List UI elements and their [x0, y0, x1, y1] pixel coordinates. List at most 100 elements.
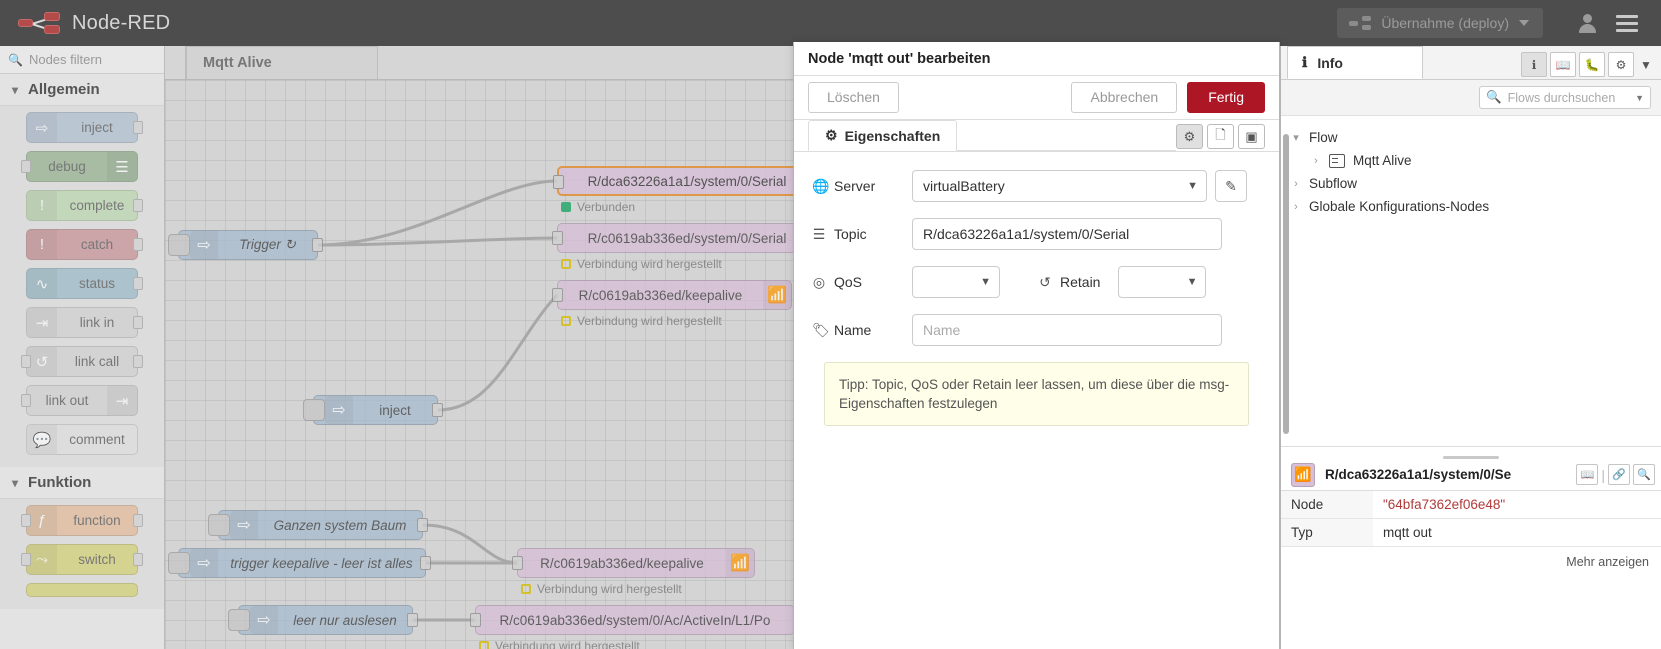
- node-output-port[interactable]: [312, 238, 323, 252]
- tab-eigenschaften[interactable]: ⚙ Eigenschaften: [808, 120, 958, 151]
- node-inject-button[interactable]: [303, 399, 325, 421]
- deploy-button[interactable]: Übernahme (deploy): [1337, 8, 1543, 38]
- node-output-port[interactable]: [432, 403, 443, 417]
- app-title: Node-RED: [72, 11, 171, 34]
- dialog-properties-icon-button[interactable]: ⚙: [1176, 124, 1203, 149]
- palette-category-funktion[interactable]: ▾ Funktion: [0, 467, 164, 499]
- user-menu-button[interactable]: [1567, 14, 1607, 33]
- delete-button[interactable]: Löschen: [808, 82, 899, 113]
- status-dot-yellow-icon: [561, 259, 571, 269]
- palette-node-label: switch: [78, 552, 116, 567]
- palette-node-comment[interactable]: 💬 comment: [26, 424, 138, 455]
- cancel-button[interactable]: Abbrechen: [1071, 82, 1178, 113]
- node-input-port[interactable]: [470, 613, 481, 627]
- palette-category-allgemein[interactable]: ▾ Allgemein: [0, 74, 164, 106]
- flow-node-inject[interactable]: ⇨ inject: [303, 395, 443, 425]
- sidebar-debug-bug-icon-button[interactable]: 🐛: [1579, 52, 1605, 77]
- done-button[interactable]: Fertig: [1187, 82, 1265, 113]
- palette-node-debug[interactable]: debug ☰: [21, 151, 138, 182]
- arrow-right-icon: ⇨: [230, 511, 258, 539]
- edit-server-button[interactable]: ✎: [1215, 170, 1247, 202]
- palette-node-link-in[interactable]: ⇥ link in: [26, 307, 143, 338]
- palette-node-label: status: [78, 276, 116, 291]
- flow-node-leer-nur-auslesen[interactable]: ⇨ leer nur auslesen: [228, 605, 418, 635]
- status-dot-green-icon: [561, 202, 571, 212]
- palette-node-catch[interactable]: ! catch: [26, 229, 143, 260]
- node-pin-icon-button[interactable]: 🔗: [1608, 464, 1630, 485]
- retain-select[interactable]: ▼: [1118, 266, 1207, 298]
- node-output-port: [133, 277, 143, 290]
- palette-filter-input[interactable]: 🔍 Nodes filtern: [0, 46, 164, 74]
- tree-item-global-config-nodes[interactable]: › Globale Konfigurations-Nodes: [1281, 195, 1661, 218]
- palette-node-link-out[interactable]: link out ⇥: [21, 385, 138, 416]
- function-icon: ƒ: [27, 506, 57, 535]
- flow-node-mqtt-serial-c06[interactable]: R/c0619ab336ed/system/0/Serial: [552, 223, 817, 253]
- node-input-port[interactable]: [552, 231, 563, 245]
- node-red-app: Node-RED Übernahme (deploy) 🔍 Nodes filt…: [0, 0, 1661, 649]
- node-input-port[interactable]: [512, 556, 523, 570]
- search-icon: 🔍: [1486, 90, 1502, 104]
- arrow-right-icon: ⇨: [250, 606, 278, 634]
- sidebar-info-icon-button[interactable]: ℹ: [1521, 52, 1547, 77]
- palette-node-inject[interactable]: ⇨ inject: [26, 112, 143, 143]
- flow-node-mqtt-activein[interactable]: R/c0619ab336ed/system/0/Ac/ActiveIn/L1/P…: [470, 605, 795, 635]
- palette-node-function[interactable]: ƒ function: [21, 505, 143, 536]
- node-output-port[interactable]: [417, 518, 428, 532]
- flow-node-trigger[interactable]: ⇨ Trigger ↻: [168, 230, 323, 260]
- palette-node-status[interactable]: ∿ status: [26, 268, 143, 299]
- tree-item-mqtt-alive[interactable]: › Mqtt Alive: [1281, 149, 1661, 172]
- tree-item-subflow[interactable]: › Subflow: [1281, 172, 1661, 195]
- broadcast-icon: 📶: [763, 281, 791, 309]
- main-menu-button[interactable]: [1607, 14, 1647, 32]
- node-output-port[interactable]: [407, 613, 418, 627]
- node-search-icon-button[interactable]: 🔍: [1633, 464, 1655, 485]
- tree-item-label: Flow: [1309, 130, 1338, 145]
- chevron-down-icon: ▼: [980, 276, 991, 288]
- flows-search-input[interactable]: 🔍 Flows durchsuchen ▼: [1479, 86, 1651, 109]
- chevron-down-icon[interactable]: ▼: [1637, 52, 1655, 77]
- flow-tab-mqtt-alive[interactable]: Mqtt Alive: [186, 46, 378, 79]
- palette-node-label: link call: [74, 354, 120, 369]
- sidebar-search-bar: 🔍 Flows durchsuchen ▼: [1281, 80, 1661, 116]
- palette-node-partial[interactable]: [26, 583, 138, 597]
- flow-node-mqtt-serial-dca[interactable]: R/dca63226a1a1/system/0/Serial: [553, 166, 817, 196]
- dialog-tool-icons: ⚙ 🗋 ▣: [1176, 124, 1265, 151]
- chevron-down-icon[interactable]: [1519, 20, 1529, 26]
- chevron-down-icon[interactable]: ▼: [1635, 93, 1644, 103]
- exclamation-icon: !: [27, 230, 57, 259]
- palette-node-complete[interactable]: ! complete: [26, 190, 143, 221]
- flow-node-label: inject: [379, 402, 411, 418]
- flow-node-mqtt-keepalive-top[interactable]: R/c0619ab336ed/keepalive 📶: [552, 280, 792, 310]
- flow-node-ganzen-system-baum[interactable]: ⇨ Ganzen system Baum: [208, 510, 428, 540]
- arrow-right-icon: ⇨: [190, 231, 218, 259]
- server-select[interactable]: virtualBattery ▼: [912, 170, 1207, 202]
- name-input[interactable]: Name: [912, 314, 1222, 346]
- node-output-port[interactable]: [420, 556, 431, 570]
- show-more-link[interactable]: Mehr anzeigen: [1281, 547, 1661, 569]
- flows-search-placeholder: Flows durchsuchen: [1507, 90, 1616, 105]
- node-help-book-icon-button[interactable]: 📖: [1576, 464, 1599, 485]
- sidebar-vertical-scrollbar[interactable]: [1283, 134, 1289, 434]
- tree-item-flow[interactable]: ▾ Flow: [1281, 126, 1661, 149]
- node-input-port[interactable]: [553, 175, 564, 189]
- flow-node-mqtt-keepalive-bottom[interactable]: R/c0619ab336ed/keepalive 📶: [512, 548, 755, 578]
- sidebar-help-book-icon-button[interactable]: 📖: [1550, 52, 1576, 77]
- qos-select[interactable]: ▼: [912, 266, 1000, 298]
- node-info-title: R/dca63226a1a1/system/0/Se: [1325, 467, 1512, 482]
- node-input-port[interactable]: [552, 288, 563, 302]
- node-output-port: [133, 514, 143, 527]
- flow-node-trigger-keepalive[interactable]: ⇨ trigger keepalive - leer ist alles: [168, 548, 431, 578]
- dialog-description-icon-button[interactable]: 🗋: [1207, 124, 1234, 149]
- node-inject-button[interactable]: [168, 234, 190, 256]
- palette-node-switch[interactable]: ⤳ switch: [21, 544, 143, 575]
- palette-node-link-call[interactable]: ↺ link call: [21, 346, 143, 377]
- info-icon: ℹ: [1302, 54, 1308, 70]
- node-inject-button[interactable]: [208, 514, 230, 536]
- node-inject-button[interactable]: [168, 552, 190, 574]
- sidebar-tab-label: Info: [1317, 54, 1343, 71]
- sidebar-config-gear-icon-button[interactable]: ⚙: [1608, 52, 1634, 77]
- topic-input[interactable]: R/dca63226a1a1/system/0/Serial: [912, 218, 1222, 250]
- dialog-appearance-icon-button[interactable]: ▣: [1238, 124, 1265, 149]
- node-inject-button[interactable]: [228, 609, 250, 631]
- tab-info[interactable]: ℹ Info: [1287, 46, 1423, 79]
